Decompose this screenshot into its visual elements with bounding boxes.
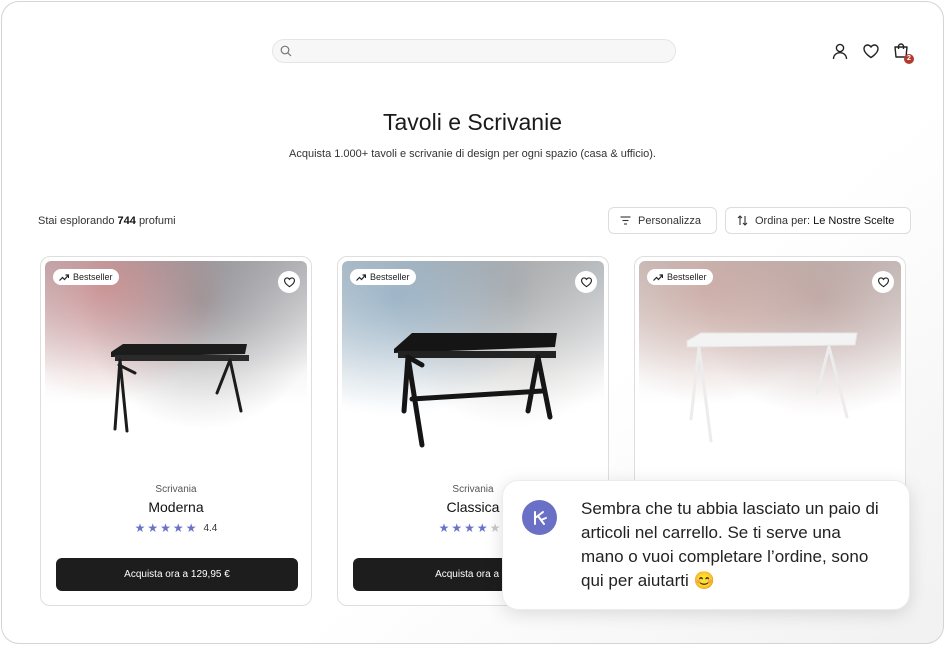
chat-message: Sembra che tu abbia lasciato un paio di … — [581, 499, 879, 590]
search-icon — [280, 45, 292, 57]
results-count-value: 744 — [117, 215, 136, 227]
assistant-avatar — [522, 500, 557, 535]
product-name[interactable]: Moderna — [41, 499, 311, 515]
search-input[interactable] — [272, 39, 676, 63]
star-icon: ★ — [134, 521, 146, 535]
product-image[interactable]: Bestseller — [342, 261, 604, 466]
star-icon: ★ — [489, 521, 501, 535]
star-icon: ★ — [172, 521, 184, 535]
rating-value: 4.4 — [203, 522, 218, 534]
heart-icon — [283, 277, 295, 288]
page-subtitle: Acquista 1.000+ tavoli e scrivanie di de… — [289, 148, 656, 160]
product-category: Scrivania — [155, 484, 197, 495]
star-icon: ★ — [451, 521, 463, 535]
bestseller-label: Bestseller — [667, 272, 707, 282]
sort-icon — [737, 215, 748, 226]
bestseller-badge: Bestseller — [350, 269, 416, 285]
star-icon: ★ — [160, 521, 171, 535]
results-count-suffix: profumi — [138, 215, 176, 227]
product-image[interactable]: Bestseller — [45, 261, 307, 466]
trending-icon — [653, 273, 663, 281]
heart-icon[interactable] — [862, 42, 880, 60]
favorite-button[interactable] — [872, 271, 894, 293]
star-icon: ★ — [147, 521, 159, 535]
filter-icon — [620, 216, 631, 225]
product-rating: ★ ★ ★ ★ ★ 4.4 — [41, 522, 311, 534]
desk-illustration — [394, 333, 557, 448]
star-icon: ★ — [185, 521, 197, 535]
customize-button[interactable]: Personalizza — [608, 207, 717, 234]
heart-icon — [877, 277, 889, 288]
bestseller-label: Bestseller — [73, 272, 113, 282]
star-icon: ★ — [476, 521, 488, 535]
bestseller-badge: Bestseller — [647, 269, 713, 285]
desk-illustration — [111, 344, 249, 433]
sort-label: Ordina per: — [755, 214, 811, 227]
product-image[interactable]: Bestseller — [639, 261, 901, 466]
trending-icon — [59, 273, 69, 281]
buy-now-button[interactable]: Acquista ora a 129,95 € — [56, 558, 298, 591]
page-title: Tavoli e Scrivanie — [383, 109, 562, 135]
cart-count-badge: 2 — [904, 54, 914, 64]
chat-popup[interactable]: Sembra che tu abbia lasciato un paio di … — [502, 480, 910, 610]
sort-dropdown[interactable]: Ordina per: Le Nostre Scelte — [725, 207, 911, 234]
desk-illustration — [686, 332, 858, 443]
star-icon: ★ — [438, 521, 450, 535]
assistant-logo-icon — [533, 510, 547, 525]
user-icon[interactable] — [831, 42, 849, 60]
bestseller-badge: Bestseller — [53, 269, 119, 285]
bestseller-label: Bestseller — [370, 272, 410, 282]
app-window: 2 Tavoli e Scrivanie Acquista 1.000+ tav… — [1, 1, 944, 644]
heart-icon — [580, 277, 592, 288]
favorite-button[interactable] — [278, 271, 300, 293]
star-icon: ★ — [464, 521, 475, 535]
favorite-button[interactable] — [575, 271, 597, 293]
results-count: Stai esplorando 744 profumi — [38, 215, 176, 227]
sort-value: Le Nostre Scelte — [813, 214, 895, 227]
product-card[interactable]: Bestseller Scrivania Moderna ★ ★ ★ ★ ★ 4… — [40, 256, 312, 606]
results-count-prefix: Stai esplorando — [38, 215, 115, 227]
customize-label: Personalizza — [638, 214, 701, 227]
trending-icon — [356, 273, 366, 281]
